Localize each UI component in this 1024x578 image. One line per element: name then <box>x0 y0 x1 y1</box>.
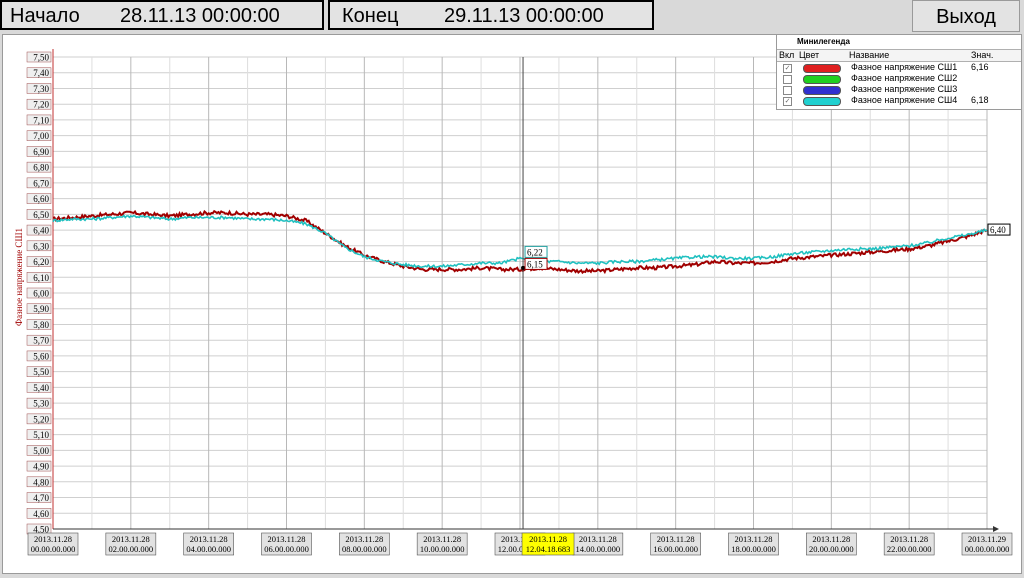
x-tick-time: 10.00.00.000 <box>420 544 465 554</box>
legend-series-value: 6,18 <box>971 95 989 105</box>
y-tick-label: 5,90 <box>33 304 49 314</box>
legend-row[interactable]: Фазное напряжение СШ2 <box>777 73 1021 84</box>
y-tick-label: 7,10 <box>33 115 49 125</box>
start-label: Начало <box>10 5 80 27</box>
y-tick-label: 4,70 <box>33 493 49 503</box>
x-tick-time: 22.00.00.000 <box>887 544 932 554</box>
x-tick-time: 00.00.00.000 <box>31 544 76 554</box>
y-tick-label: 6,20 <box>33 257 49 267</box>
exit-button[interactable]: Выход <box>912 0 1020 32</box>
y-tick-label: 5,70 <box>33 336 49 346</box>
legend-col-name: Название <box>849 50 890 60</box>
legend-series-name: Фазное напряжение СШ2 <box>851 73 958 83</box>
x-tick-date: 2013.11.28 <box>112 534 150 544</box>
legend-col-on: Вкл <box>779 50 795 60</box>
x-tick-date: 2013.11.28 <box>268 534 306 544</box>
x-tick-date: 2013.11.28 <box>890 534 928 544</box>
y-tick-label: 5,80 <box>33 320 49 330</box>
y-tick-label: 7,20 <box>33 100 49 110</box>
legend-color-swatch[interactable] <box>803 75 841 84</box>
legend-row[interactable]: ✓ Фазное напряжение СШ4 6,18 <box>777 95 1021 106</box>
legend-col-color: Цвет <box>799 50 820 60</box>
x-tick-date: 2013.11.28 <box>34 534 72 544</box>
y-tick-label: 7,50 <box>33 53 49 63</box>
y-tick-label: 6,40 <box>33 226 49 236</box>
y-tick-label: 5,60 <box>33 351 49 361</box>
cursor-time: 12.04.18.683 <box>526 544 571 554</box>
y-tick-label: 5,20 <box>33 414 49 424</box>
y-tick-label: 5,40 <box>33 383 49 393</box>
x-tick-time: 06.00.00.000 <box>264 544 309 554</box>
y-tick-label: 5,50 <box>33 367 49 377</box>
x-axis-arrow <box>993 526 999 532</box>
x-tick-time: 00.00.00.000 <box>965 544 1010 554</box>
end-label: Конец <box>342 5 399 27</box>
y-tick-label: 4,80 <box>33 477 49 487</box>
legend-color-swatch[interactable] <box>803 86 841 95</box>
y-tick-label: 6,30 <box>33 241 49 251</box>
y-tick-label: 4,90 <box>33 462 49 472</box>
cursor-point <box>521 265 526 270</box>
y-tick-label: 6,10 <box>33 273 49 283</box>
end-value-label: 6,40 <box>990 225 1006 235</box>
end-date-box[interactable]: Конец 29.11.13 00:00:00 <box>328 0 654 30</box>
y-tick-label: 6,80 <box>33 163 49 173</box>
legend-checkbox[interactable]: ✓ <box>783 64 792 73</box>
y-tick-label: 7,40 <box>33 68 49 78</box>
legend-row[interactable]: ✓ Фазное напряжение СШ1 6,16 <box>777 62 1021 73</box>
y-tick-label: 5,00 <box>33 446 49 456</box>
y-tick-label: 7,30 <box>33 84 49 94</box>
legend-checkbox[interactable]: ✓ <box>783 97 792 106</box>
y-tick-label: 6,70 <box>33 178 49 188</box>
cursor-value-lower: 6,15 <box>527 259 543 269</box>
x-tick-time: 02.00.00.000 <box>109 544 154 554</box>
x-tick-time: 08.00.00.000 <box>342 544 387 554</box>
legend-checkbox[interactable] <box>783 75 792 84</box>
cursor-date: 2013.11.28 <box>529 534 567 544</box>
y-axis-label: Фазное напряжение СШ1 <box>14 228 24 326</box>
y-tick-label: 6,60 <box>33 194 49 204</box>
y-tick-label: 7,00 <box>33 131 49 141</box>
end-value[interactable]: 29.11.13 00:00:00 <box>444 5 604 28</box>
start-date-box[interactable]: Начало 28.11.13 00:00:00 <box>0 0 324 30</box>
legend-series-name: Фазное напряжение СШ3 <box>851 84 958 94</box>
legend-color-swatch[interactable] <box>803 97 841 106</box>
x-tick-date: 2013.11.28 <box>190 534 228 544</box>
x-tick-date: 2013.11.28 <box>657 534 695 544</box>
y-tick-label: 5,30 <box>33 399 49 409</box>
x-tick-time: 04.00.00.000 <box>186 544 231 554</box>
x-tick-date: 2013.11.29 <box>968 534 1006 544</box>
legend-col-value: Знач. <box>971 50 994 60</box>
legend-series-name: Фазное напряжение СШ4 <box>851 95 958 105</box>
y-tick-label: 6,00 <box>33 289 49 299</box>
x-tick-time: 18.00.00.000 <box>731 544 776 554</box>
legend-series-name: Фазное напряжение СШ1 <box>851 62 958 72</box>
chart-svg[interactable]: 4,504,604,704,804,905,005,105,205,305,40… <box>3 35 1021 573</box>
legend-title: Минилегенда <box>777 35 1021 50</box>
x-tick-date: 2013.11.28 <box>345 534 383 544</box>
x-tick-time: 14.00.00.000 <box>576 544 621 554</box>
legend-header-row: Вкл Цвет Название Знач. <box>777 50 1021 62</box>
x-tick-time: 16.00.00.000 <box>653 544 698 554</box>
legend-series-value: 6,16 <box>971 62 989 72</box>
cursor-value-upper: 6,22 <box>527 247 543 257</box>
mini-legend[interactable]: Минилегенда Вкл Цвет Название Знач. ✓ Фа… <box>776 34 1022 110</box>
y-tick-label: 6,90 <box>33 147 49 157</box>
chart-panel[interactable]: 4,50 4,60 4,70 4,80 4,90 5,00 5,10 5,20 5,30 5,40… <box>2 34 1022 574</box>
y-tick-label: 6,50 <box>33 210 49 220</box>
x-tick-date: 2013.11.28 <box>579 534 617 544</box>
start-value[interactable]: 28.11.13 00:00:00 <box>120 5 280 28</box>
y-tick-label: 4,60 <box>33 509 49 519</box>
x-tick-date: 2013.11.28 <box>812 534 850 544</box>
x-tick-date: 2013.11.28 <box>423 534 461 544</box>
legend-color-swatch[interactable] <box>803 64 841 73</box>
legend-row[interactable]: Фазное напряжение СШ3 <box>777 84 1021 95</box>
y-tick-label: 5,10 <box>33 430 49 440</box>
legend-checkbox[interactable] <box>783 86 792 95</box>
x-tick-time: 20.00.00.000 <box>809 544 854 554</box>
x-tick-date: 2013.11.28 <box>735 534 773 544</box>
